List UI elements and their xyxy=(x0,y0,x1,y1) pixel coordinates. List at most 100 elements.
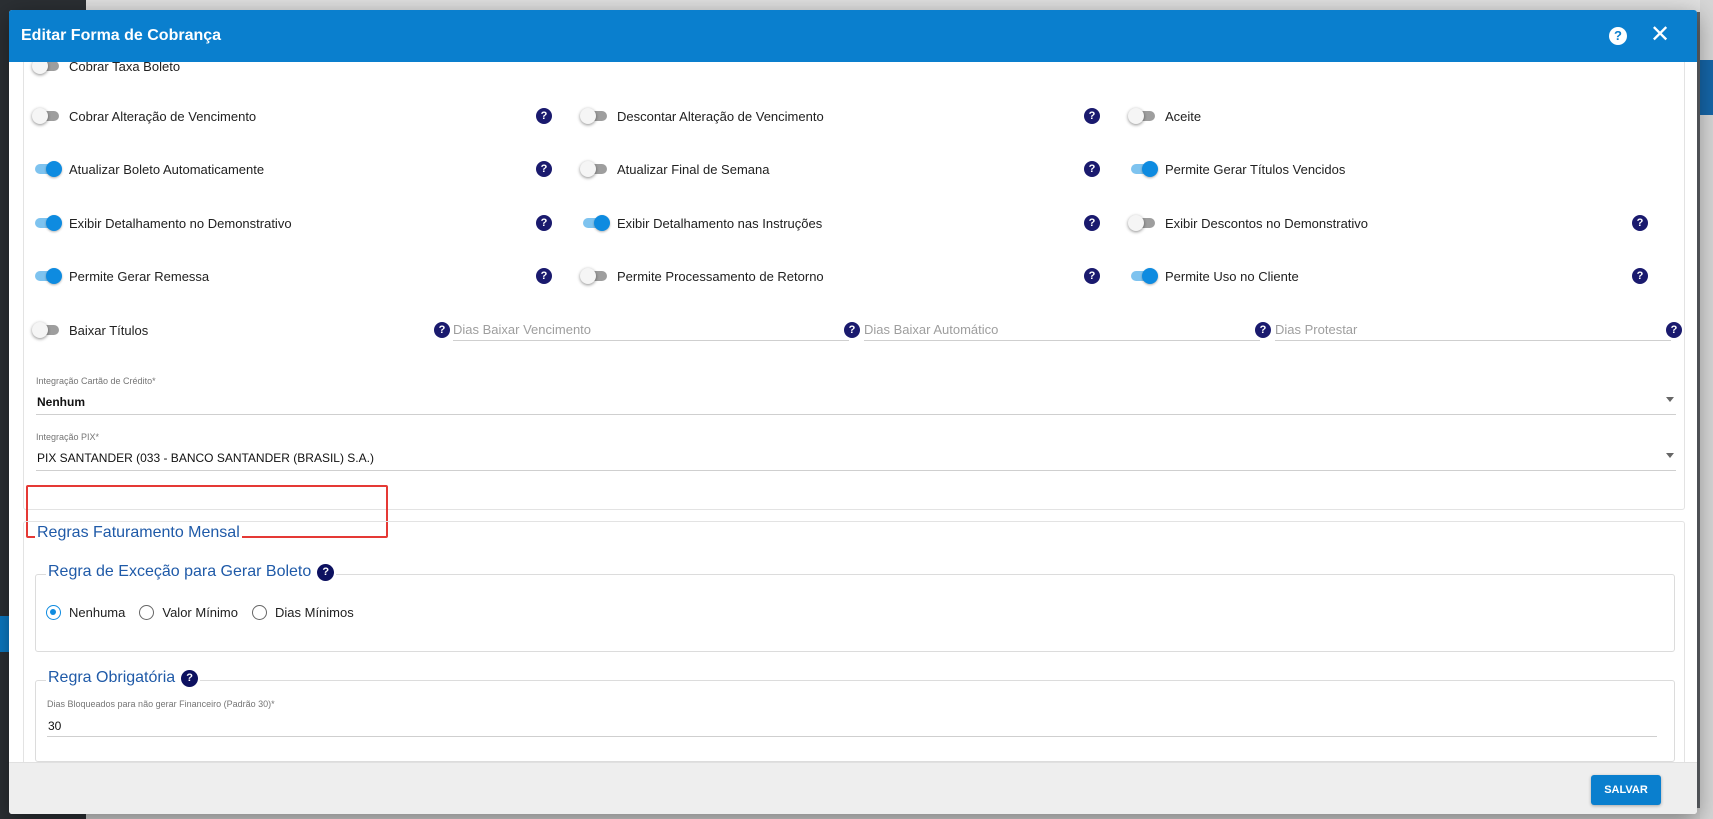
dias-baixar-automatico-field[interactable]: Dias Baixar Automático xyxy=(864,319,1260,341)
help-icon[interactable]: ? xyxy=(536,108,552,124)
toggle-switch[interactable] xyxy=(580,268,610,284)
toggle-permite-gerar-remessa[interactable]: Permite Gerar Remessa xyxy=(32,265,209,287)
radio-circle[interactable] xyxy=(139,605,155,620)
toggle-baixar-titulos[interactable]: Baixar Títulos xyxy=(32,319,148,341)
radio-valor-minimo[interactable]: Valor Mínimo xyxy=(139,605,238,620)
dialog-footer: SALVAR xyxy=(9,762,1697,814)
toggle-label: Descontar Alteração de Vencimento xyxy=(617,108,824,124)
fieldset-title: Regra de Exceção para Gerar Boleto? xyxy=(46,563,337,581)
dropdown-arrow-icon xyxy=(1666,453,1674,458)
toggle-exibir-det-instrucoes[interactable]: Exibir Detalhamento nas Instruções xyxy=(580,212,822,234)
question-circle-icon[interactable]: ? xyxy=(1609,27,1627,45)
dias-bloqueados-field[interactable]: Dias Bloqueados para não gerar Financeir… xyxy=(47,693,1657,737)
toggle-descontar-alteracao-vencimento[interactable]: Descontar Alteração de Vencimento xyxy=(580,105,824,127)
backdrop-right-panel xyxy=(1700,60,1713,115)
toggle-switch[interactable] xyxy=(580,108,610,124)
toggle-label: Exibir Detalhamento nas Instruções xyxy=(617,215,823,231)
help-icon[interactable]: ? xyxy=(1084,268,1100,284)
help-icon[interactable]: ? xyxy=(1255,322,1271,338)
fieldset-title: Regra Obrigatória? xyxy=(46,669,201,687)
help-icon[interactable]: ? xyxy=(844,322,860,338)
section-title: Regras Faturamento Mensal xyxy=(35,524,242,542)
toggle-switch[interactable] xyxy=(1128,161,1158,177)
toggle-switch[interactable] xyxy=(32,215,62,231)
radio-label: Dias Mínimos xyxy=(275,605,354,620)
help-icon[interactable]: ? xyxy=(1084,108,1100,124)
field-label: Integração Cartão de Crédito* xyxy=(36,376,156,386)
toggle-label: Cobrar Taxa Boleto xyxy=(69,62,181,74)
toggle-permite-uso-cliente[interactable]: Permite Uso no Cliente xyxy=(1128,265,1299,287)
toggle-switch[interactable] xyxy=(32,268,62,284)
toggle-row: Cobrar Alteração de Vencimento ? Descont… xyxy=(24,105,1684,127)
toggle-permite-processamento-retorno[interactable]: Permite Processamento de Retorno xyxy=(580,265,824,287)
toggle-switch[interactable] xyxy=(32,161,62,177)
field-value: 30 xyxy=(48,719,62,733)
dias-baixar-vencimento-field[interactable]: Dias Baixar Vencimento xyxy=(453,319,849,341)
help-icon[interactable]: ? xyxy=(1632,268,1648,284)
save-button[interactable]: SALVAR xyxy=(1591,775,1661,805)
dialog-body: Cobrar Taxa Boleto Cobrar Alteração de V… xyxy=(9,62,1697,762)
toggle-switch[interactable] xyxy=(32,322,62,338)
toggle-label: Exibir Descontos no Demonstrativo xyxy=(1165,215,1369,231)
toggle-aceite[interactable]: Aceite xyxy=(1128,105,1201,127)
toggle-atualizar-boleto[interactable]: Atualizar Boleto Automaticamente xyxy=(32,158,264,180)
field-value: PIX SANTANDER (033 - BANCO SANTANDER (BR… xyxy=(37,451,374,465)
toggle-switch[interactable] xyxy=(580,215,610,231)
toggle-row: Cobrar Taxa Boleto xyxy=(24,62,1684,77)
toggle-switch[interactable] xyxy=(1128,108,1158,124)
help-icon[interactable]: ? xyxy=(536,268,552,284)
toggle-cobrar-taxa-boleto[interactable]: Cobrar Taxa Boleto xyxy=(32,62,180,77)
toggle-row: Baixar Títulos ? Dias Baixar Vencimento … xyxy=(24,319,1684,341)
toggle-label: Exibir Detalhamento no Demonstrativo xyxy=(69,215,292,231)
help-icon[interactable]: ? xyxy=(1632,215,1648,231)
toggle-switch[interactable] xyxy=(580,161,610,177)
toggle-switch[interactable] xyxy=(1128,215,1158,231)
help-icon[interactable]: ? xyxy=(1084,215,1100,231)
toggle-label: Baixar Títulos xyxy=(69,322,149,338)
radio-circle[interactable] xyxy=(46,605,61,620)
integracao-pix-select[interactable]: Integração PIX* PIX SANTANDER (033 - BAN… xyxy=(36,427,1676,471)
help-icon[interactable]: ? xyxy=(181,669,199,687)
toggle-switch[interactable] xyxy=(32,62,62,74)
toggle-switch[interactable] xyxy=(32,108,62,124)
toggle-cobrar-alteracao-vencimento[interactable]: Cobrar Alteração de Vencimento xyxy=(32,105,256,127)
help-icon[interactable]: ? xyxy=(536,161,552,177)
toggle-label: Aceite xyxy=(1165,108,1202,124)
toggle-label: Permite Uso no Cliente xyxy=(1165,268,1299,284)
help-icon[interactable]: ? xyxy=(317,563,335,581)
toggle-switch[interactable] xyxy=(1128,268,1158,284)
help-icon[interactable]: ? xyxy=(434,322,450,338)
toggle-label: Permite Gerar Títulos Vencidos xyxy=(1165,161,1346,177)
radio-group: Nenhuma Valor Mínimo Dias Mínimos xyxy=(46,605,368,620)
regra-obrigatoria-fieldset: Regra Obrigatória? Dias Bloqueados para … xyxy=(35,669,1675,762)
regra-excecao-fieldset: Regra de Exceção para Gerar Boleto? Nenh… xyxy=(35,563,1675,652)
field-value: Nenhum xyxy=(37,395,85,409)
dialog-header: Editar Forma de Cobrança ? ✕ xyxy=(9,10,1697,62)
dialog-title: Editar Forma de Cobrança xyxy=(21,27,222,44)
regras-faturamento-section: Regras Faturamento Mensal Regra de Exceç… xyxy=(23,521,1685,762)
dias-protestar-field[interactable]: Dias Protestar xyxy=(1275,319,1671,341)
help-icon[interactable]: ? xyxy=(1084,161,1100,177)
field-label: Dias Bloqueados para não gerar Financeir… xyxy=(47,699,275,709)
help-icon[interactable]: ? xyxy=(1666,322,1682,338)
close-icon[interactable]: ✕ xyxy=(1647,22,1673,48)
toggle-exibir-det-demonstrativo[interactable]: Exibir Detalhamento no Demonstrativo xyxy=(32,212,292,234)
toggle-row: Permite Gerar Remessa ? Permite Processa… xyxy=(24,265,1684,287)
radio-dias-minimos[interactable]: Dias Mínimos xyxy=(252,605,354,620)
dropdown-arrow-icon xyxy=(1666,397,1674,402)
radio-circle[interactable] xyxy=(252,605,267,620)
toggle-exibir-descontos-demonstrativo[interactable]: Exibir Descontos no Demonstrativo xyxy=(1128,212,1368,234)
radio-label: Valor Mínimo xyxy=(162,605,238,620)
help-icon[interactable]: ? xyxy=(536,215,552,231)
toggle-row: Atualizar Boleto Automaticamente ? Atual… xyxy=(24,158,1684,180)
radio-label: Nenhuma xyxy=(69,605,126,620)
toggle-atualizar-final-semana[interactable]: Atualizar Final de Semana xyxy=(580,158,769,180)
integracao-cartao-select[interactable]: Integração Cartão de Crédito* Nenhum xyxy=(36,371,1676,415)
toggle-label: Cobrar Alteração de Vencimento xyxy=(69,108,257,124)
toggle-permite-gerar-titulos-vencidos[interactable]: Permite Gerar Títulos Vencidos xyxy=(1128,158,1345,180)
settings-card: Cobrar Taxa Boleto Cobrar Alteração de V… xyxy=(23,62,1685,510)
backdrop-right-edge xyxy=(1700,0,1713,819)
radio-nenhuma[interactable]: Nenhuma xyxy=(46,605,125,620)
toggle-label: Permite Gerar Remessa xyxy=(69,268,210,284)
edit-billing-dialog: Editar Forma de Cobrança ? ✕ Cobrar Taxa… xyxy=(9,10,1697,814)
